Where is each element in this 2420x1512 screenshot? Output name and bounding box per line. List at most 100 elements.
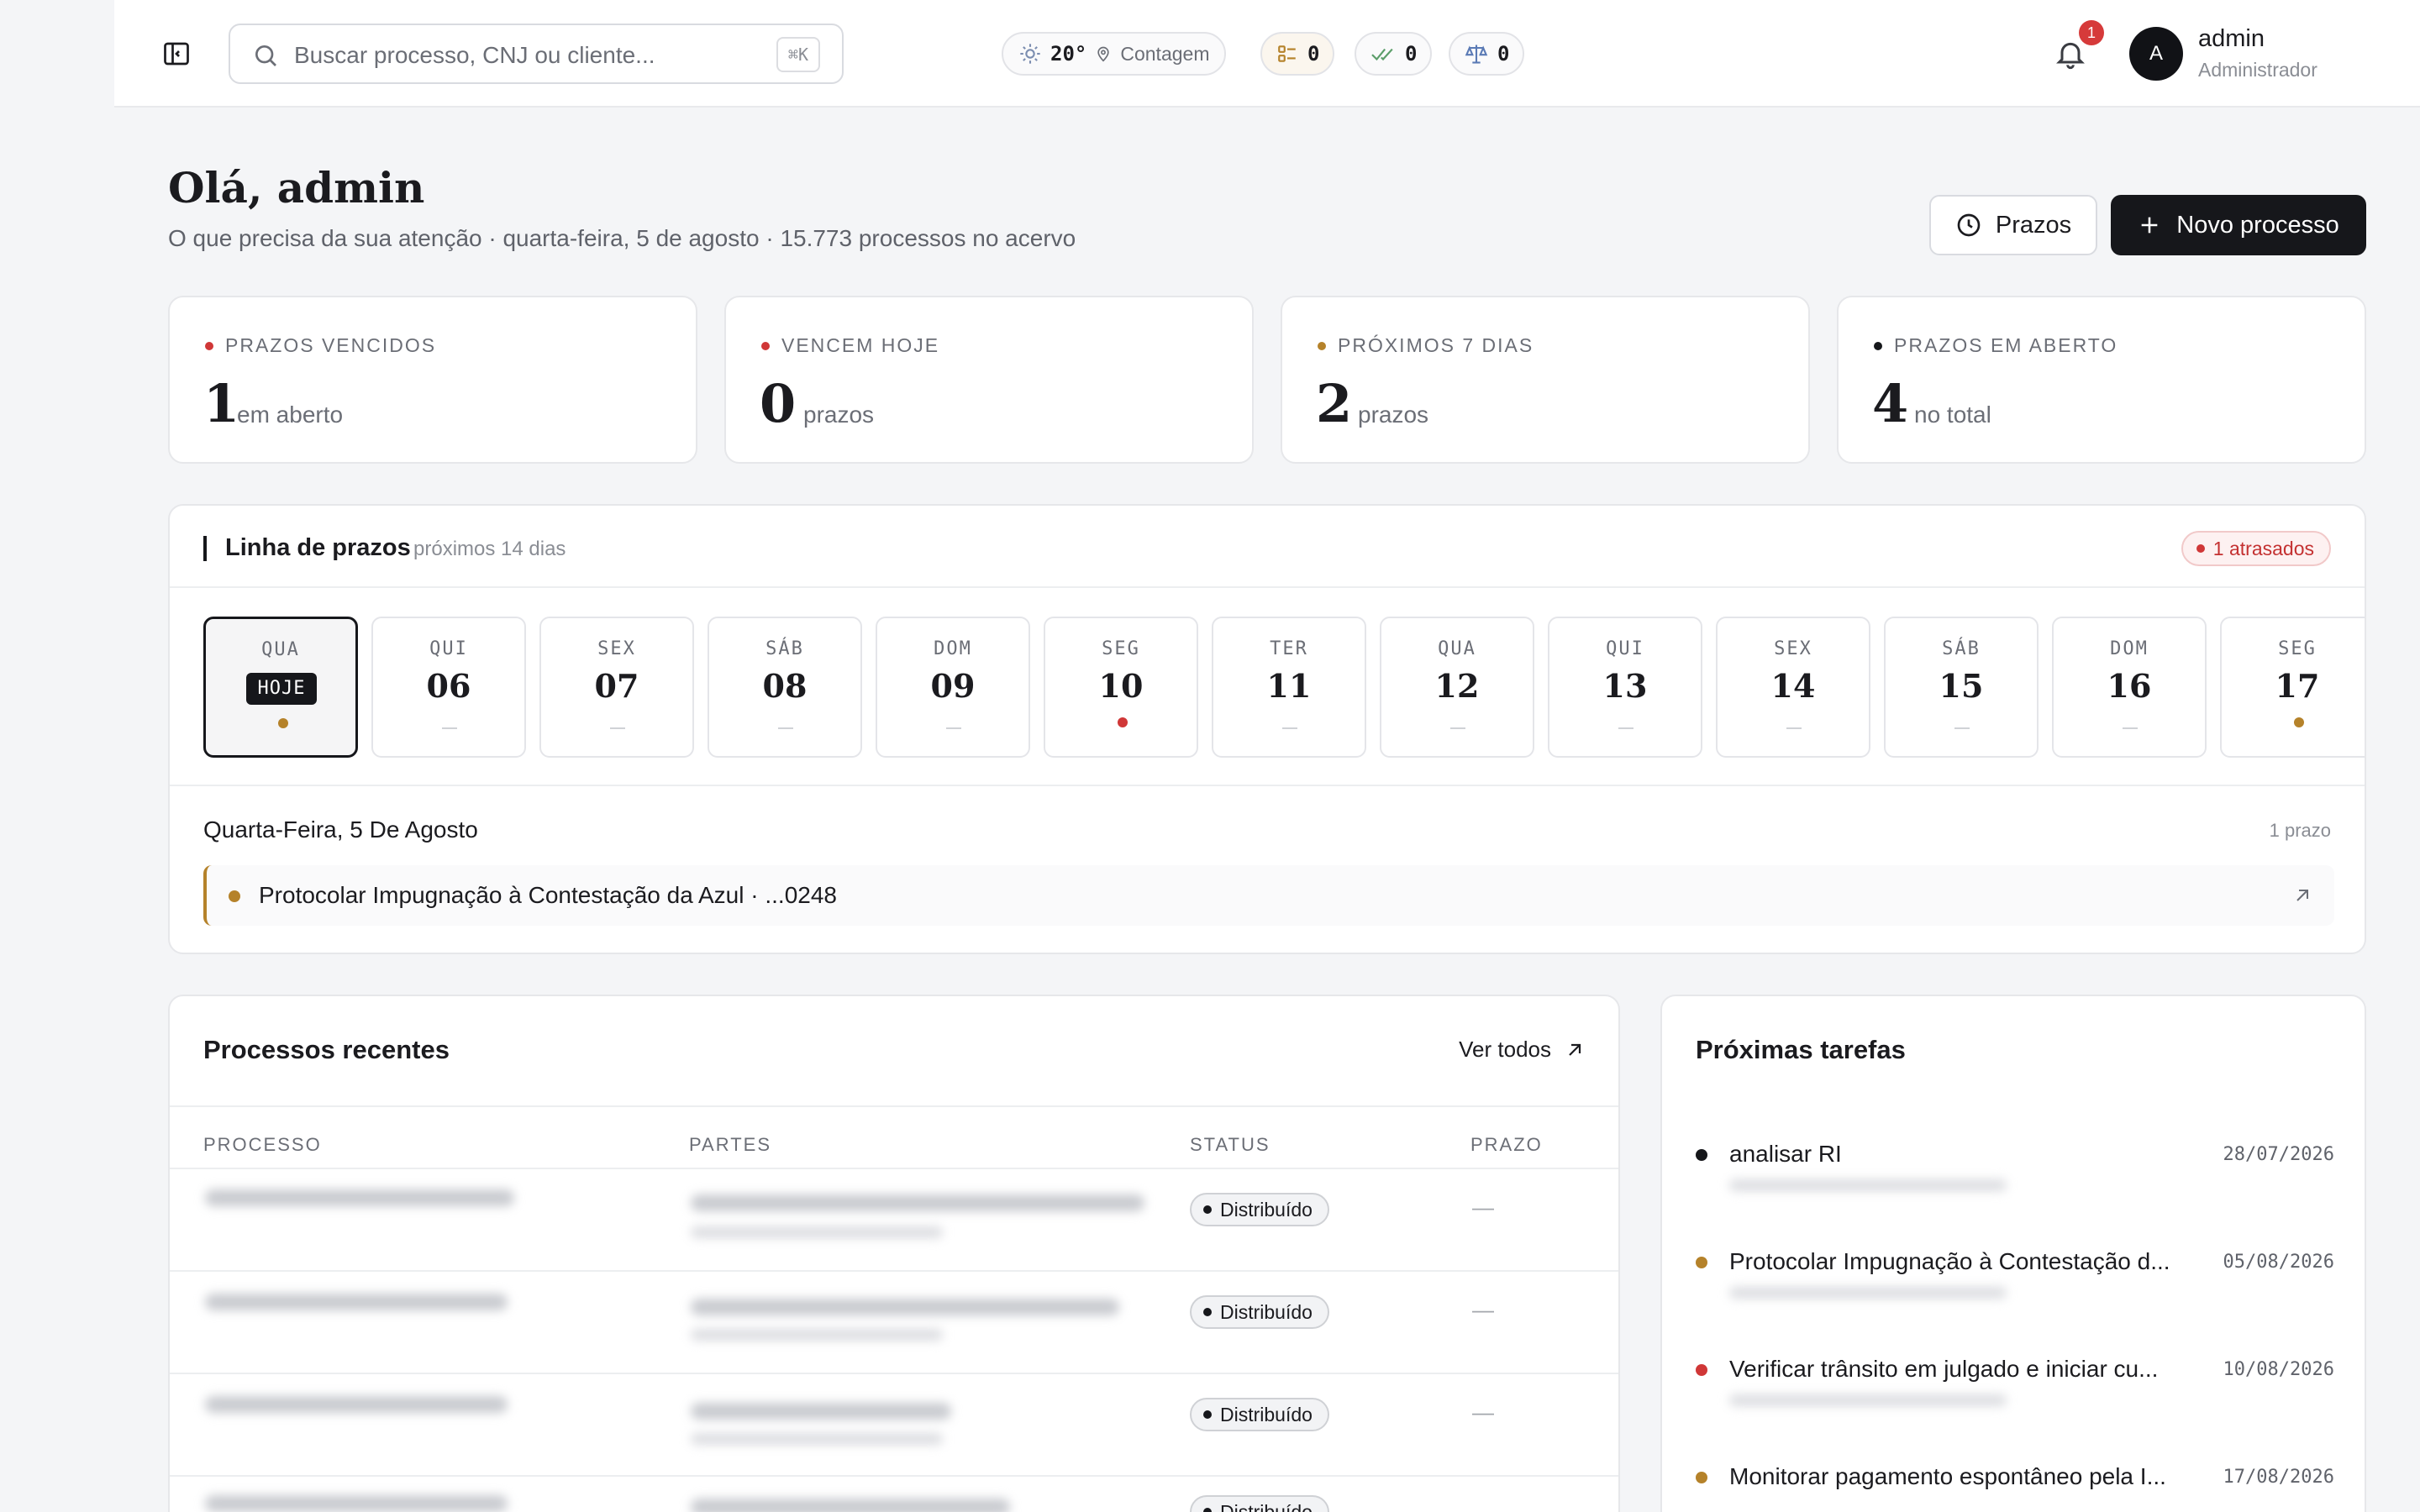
user-role: Administrador <box>2198 59 2317 81</box>
stat-dot <box>1318 341 1326 350</box>
status-label: Distribuído <box>1220 1403 1313 1425</box>
timeline-day-number: 17 <box>2275 667 2320 705</box>
timeline-day-number: 12 <box>1434 667 1480 705</box>
redacted-task-detail <box>1729 1179 2007 1191</box>
task-list-icon <box>1278 45 1296 62</box>
stat-label-wrap: VENCEM HOJE <box>761 334 939 357</box>
task-item[interactable]: analisar RI 28/07/2026 <box>1696 1137 2334 1205</box>
page-subtitle: O que precisa da sua atenção · quarta-fe… <box>168 225 1076 251</box>
timeline-day[interactable]: QUI 13 <box>1548 617 1702 758</box>
task-date: 10/08/2026 <box>2223 1359 2334 1380</box>
task-item[interactable]: Verificar trânsito em julgado e iniciar … <box>1696 1352 2334 1420</box>
table-row[interactable]: Distribuído — <box>170 1270 1618 1373</box>
redacted-parties <box>691 1403 951 1420</box>
status-dot <box>1203 1205 1212 1214</box>
deadline-dot <box>229 890 240 902</box>
stat-card-vencem-hoje[interactable]: VENCEM HOJE 0 prazos <box>724 296 1254 464</box>
task-title: analisar RI <box>1729 1141 1842 1167</box>
scale-icon <box>1465 45 1488 64</box>
redacted-parties <box>691 1299 1119 1315</box>
no-deadline-dash <box>1282 727 1297 729</box>
task-title: Protocolar Impugnação à Contestação d... <box>1729 1248 2170 1274</box>
table-row[interactable]: Distribuído <box>170 1475 1618 1512</box>
redacted-parties-detail <box>691 1329 943 1341</box>
selected-count: 1 prazo <box>2269 820 2331 841</box>
timeline-weekday: SEG <box>2278 638 2317 659</box>
timeline-day-number: 15 <box>1939 667 1984 705</box>
recent-processes-card: Processos recentes Ver todos PROCESSO PA… <box>168 995 1620 1512</box>
pending-tasks-counter[interactable]: 0 <box>1260 32 1335 76</box>
search-shortcut: ⌘K <box>776 37 820 72</box>
timeline-weekday: QUI <box>1606 638 1644 659</box>
pending-tasks-count: 0 <box>1307 42 1320 66</box>
search-placeholder: Buscar processo, CNJ ou cliente... <box>294 42 655 68</box>
task-date: 17/08/2026 <box>2223 1467 2334 1488</box>
timeline-weekday: SÁB <box>765 638 804 659</box>
arrow-up-right-icon <box>1569 1043 1581 1056</box>
stat-value: 2 <box>1316 373 1353 434</box>
column-header-partes: PARTES <box>689 1134 771 1155</box>
page-title: Olá, admin <box>168 163 425 213</box>
timeline-day[interactable]: TER 11 <box>1212 617 1366 758</box>
redacted-process-number <box>205 1396 508 1413</box>
table-row[interactable]: Distribuído — <box>170 1168 1618 1270</box>
timeline-day-number: 06 <box>426 667 471 705</box>
stat-label-wrap: PRAZOS VENCIDOS <box>205 334 436 357</box>
stat-card-proximos-7-dias[interactable]: PRÓXIMOS 7 DIAS 2 prazos <box>1281 296 1810 464</box>
no-deadline-dash <box>1954 727 1970 729</box>
hearings-counter[interactable]: 0 <box>1449 32 1525 76</box>
today-badge: HOJE <box>246 673 317 705</box>
timeline-day[interactable]: SEG 17 <box>2220 617 2365 758</box>
timeline-day-number: 08 <box>762 667 808 705</box>
timeline-day[interactable]: DOM 09 <box>876 617 1030 758</box>
see-all-link[interactable]: Ver todos <box>1459 1037 1585 1063</box>
redacted-process-number <box>205 1294 508 1310</box>
arrow-up-right-icon[interactable] <box>2292 885 2312 906</box>
novo-processo-button[interactable]: Novo processo <box>2111 195 2366 255</box>
no-deadline-dash <box>442 727 457 729</box>
task-item[interactable]: Protocolar Impugnação à Contestação d...… <box>1696 1245 2334 1312</box>
stat-card-prazos-em-aberto[interactable]: PRAZOS EM ABERTO 4 no total <box>1837 296 2366 464</box>
weather-pill[interactable]: 20° Contagem <box>1002 32 1227 76</box>
timeline-weekday: DOM <box>934 638 972 659</box>
timeline-day[interactable]: SÁB 08 <box>708 617 862 758</box>
stat-dot <box>761 341 770 350</box>
column-header-status: STATUS <box>1190 1134 1270 1155</box>
timeline-day[interactable]: QUA HOJE <box>203 617 358 758</box>
column-header-processo: PROCESSO <box>203 1134 322 1155</box>
overdue-dot <box>2196 544 2205 553</box>
timeline-day[interactable]: QUA 12 <box>1380 617 1534 758</box>
timeline-day[interactable]: SEX 07 <box>539 617 694 758</box>
timeline-day-number: 09 <box>930 667 976 705</box>
weather-city: Contagem <box>1120 42 1210 65</box>
redacted-parties-detail <box>691 1433 943 1445</box>
search-input[interactable]: Buscar processo, CNJ ou cliente... ⌘K <box>229 24 844 84</box>
stat-dot <box>1874 341 1882 350</box>
timeline-day[interactable]: SÁB 15 <box>1884 617 2039 758</box>
stat-dot <box>205 341 213 350</box>
timeline-day[interactable]: QUI 06 <box>371 617 526 758</box>
task-item[interactable]: Monitorar pagamento espontâneo pela I...… <box>1696 1460 2334 1512</box>
left-rail <box>0 0 114 1512</box>
done-tasks-counter[interactable]: 0 <box>1355 32 1433 76</box>
timeline-day[interactable]: SEG 10 <box>1044 617 1198 758</box>
deadline-item[interactable]: Protocolar Impugnação à Contestação da A… <box>203 865 2334 926</box>
timeline-day-number: 13 <box>1602 667 1648 705</box>
hearings-count: 0 <box>1497 42 1510 66</box>
avatar[interactable]: A <box>2129 27 2183 81</box>
stat-value: 4 <box>1872 373 1909 434</box>
table-row[interactable]: Distribuído — <box>170 1373 1618 1475</box>
sidebar-toggle-icon[interactable] <box>161 39 192 69</box>
stat-card-prazos-vencidos[interactable]: PRAZOS VENCIDOS 1 em aberto <box>168 296 697 464</box>
timeline-day-number: 16 <box>2107 667 2152 705</box>
status-dot <box>1203 1508 1212 1512</box>
overdue-badge[interactable]: 1 atrasados <box>2181 531 2331 566</box>
sun-icon <box>1020 44 1040 64</box>
no-deadline-dash <box>1450 727 1465 729</box>
timeline-day[interactable]: SEX 14 <box>1716 617 1870 758</box>
timeline-day[interactable]: DOM 16 <box>2052 617 2207 758</box>
recent-processes-title: Processos recentes <box>203 1035 450 1064</box>
timeline-weekday: SEG <box>1102 638 1140 659</box>
prazos-button[interactable]: Prazos <box>1929 195 2097 255</box>
stat-label-wrap: PRAZOS EM ABERTO <box>1874 334 2118 357</box>
